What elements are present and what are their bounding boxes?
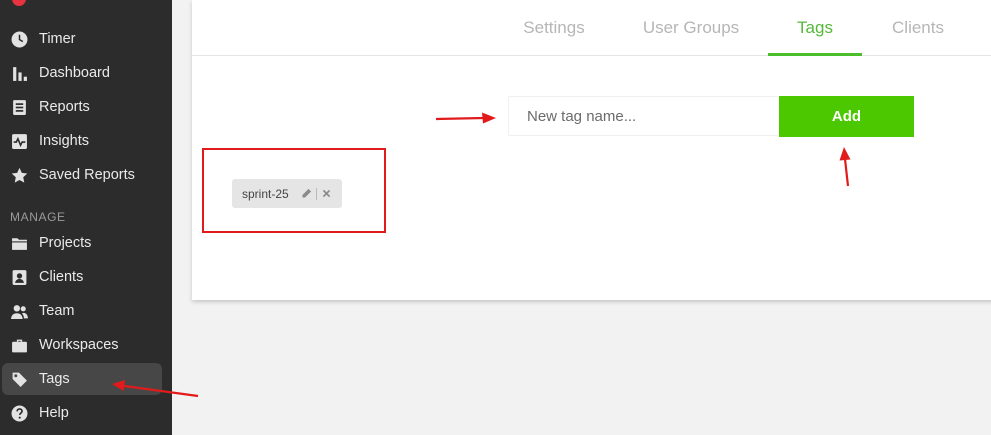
sidebar-item-label: Help bbox=[39, 405, 69, 421]
tab-label: Clients bbox=[892, 17, 944, 37]
sidebar-item-label: Reports bbox=[39, 99, 90, 115]
manage-section-label: MANAGE bbox=[10, 210, 66, 224]
sidebar-item-label: Timer bbox=[39, 31, 76, 47]
tab-user-groups[interactable]: User Groups bbox=[632, 0, 750, 55]
chip-divider bbox=[315, 187, 317, 200]
tab-tags[interactable]: Tags bbox=[768, 0, 862, 56]
sidebar-item-saved-reports[interactable]: Saved Reports bbox=[2, 159, 162, 191]
sidebar-item-tags[interactable]: Tags bbox=[2, 363, 162, 395]
star-icon bbox=[10, 166, 28, 184]
app-logo bbox=[12, 0, 26, 6]
sidebar-item-reports[interactable]: Reports bbox=[2, 91, 162, 123]
add-tag-button[interactable]: Add bbox=[779, 96, 914, 137]
tag-icon bbox=[10, 370, 28, 388]
tag-chip: sprint-25 bbox=[232, 179, 342, 208]
tags-settings-card: Settings User Groups Tags Clients Add sp… bbox=[192, 0, 991, 300]
tab-settings[interactable]: Settings bbox=[504, 0, 604, 55]
folder-icon bbox=[10, 234, 28, 252]
tab-label: Settings bbox=[523, 17, 585, 37]
clock-icon bbox=[10, 30, 28, 48]
sidebar-item-help[interactable]: Help bbox=[2, 397, 162, 429]
contact-icon bbox=[10, 268, 28, 286]
sidebar-item-label: Insights bbox=[39, 133, 89, 149]
tabs-bar: Settings User Groups Tags Clients bbox=[192, 0, 991, 56]
help-icon bbox=[10, 404, 28, 422]
tab-label: User Groups bbox=[642, 17, 740, 37]
sidebar-item-label: Tags bbox=[39, 371, 70, 387]
sidebar-item-label: Projects bbox=[39, 235, 92, 251]
sidebar-item-label: Team bbox=[39, 303, 75, 319]
sidebar-item-dashboard[interactable]: Dashboard bbox=[2, 57, 162, 89]
sidebar-item-label: Workspaces bbox=[39, 337, 119, 353]
briefcase-icon bbox=[10, 336, 28, 354]
sidebar-item-timer[interactable]: Timer bbox=[2, 23, 162, 55]
tab-label: Tags bbox=[797, 17, 833, 37]
active-tab-indicator bbox=[768, 53, 862, 56]
tab-clients[interactable]: Clients bbox=[874, 0, 962, 55]
pencil-icon[interactable] bbox=[301, 188, 312, 199]
tag-name: sprint-25 bbox=[242, 186, 289, 201]
sidebar-item-label: Clients bbox=[39, 269, 84, 285]
close-icon[interactable] bbox=[321, 188, 332, 199]
report-icon bbox=[10, 98, 28, 116]
sidebar: Timer Dashboard Reports Insights Saved R… bbox=[0, 0, 172, 435]
pulse-icon bbox=[10, 132, 28, 150]
sidebar-item-insights[interactable]: Insights bbox=[2, 125, 162, 157]
team-icon bbox=[10, 302, 28, 320]
sidebar-item-label: Saved Reports bbox=[39, 167, 135, 183]
new-tag-input[interactable] bbox=[508, 96, 778, 136]
sidebar-item-projects[interactable]: Projects bbox=[2, 227, 162, 259]
sidebar-item-workspaces[interactable]: Workspaces bbox=[2, 329, 162, 361]
bar-chart-icon bbox=[10, 64, 28, 82]
sidebar-item-clients[interactable]: Clients bbox=[2, 261, 162, 293]
sidebar-item-label: Dashboard bbox=[39, 65, 110, 81]
sidebar-item-team[interactable]: Team bbox=[2, 295, 162, 327]
